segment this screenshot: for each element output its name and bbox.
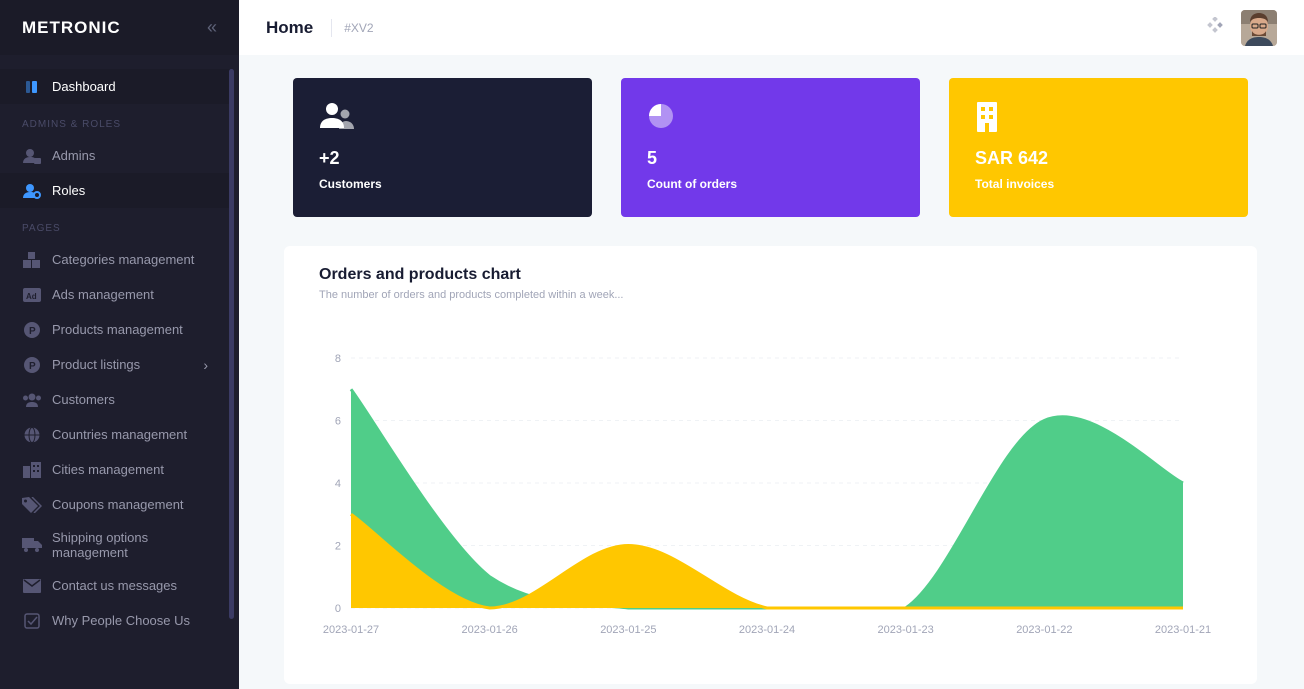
x-tick-label: 2023-01-22 (1016, 624, 1072, 636)
user-lock-icon (22, 146, 42, 166)
stat-label: Customers (319, 177, 382, 191)
stat-value: +2 (319, 148, 340, 168)
building-icon (975, 102, 1222, 134)
y-tick-label: 2 (335, 541, 341, 553)
tags-icon (22, 495, 42, 515)
brand-bar: METRONIC « (0, 0, 239, 55)
sidebar-item-label: Admins (52, 148, 96, 163)
sidebar-item-label: Contact us messages (52, 578, 178, 593)
x-tick-label: 2023-01-23 (878, 624, 934, 636)
sidebar-scrollbar[interactable] (229, 69, 234, 619)
header-actions (1207, 9, 1277, 46)
users-icon (319, 102, 566, 134)
sidebar-item-roles[interactable]: Roles (0, 173, 230, 208)
x-tick-label: 2023-01-21 (1155, 624, 1211, 636)
sidebar-item-ads[interactable]: Ad Ads management (0, 277, 230, 312)
sidebar-item-categories[interactable]: Categories management (0, 242, 230, 277)
series-area (351, 389, 1183, 608)
section-title-admins: ADMINS & ROLES (22, 119, 122, 130)
svg-text:P: P (29, 361, 36, 372)
mail-icon (22, 576, 42, 596)
collapse-sidebar-icon[interactable]: « (207, 17, 217, 38)
stat-card-customers[interactable]: +2 Customers (293, 78, 592, 217)
chart-card: Orders and products chart The number of … (284, 246, 1257, 684)
sidebar-item-coupons[interactable]: Coupons management (0, 487, 230, 522)
users-icon (22, 390, 42, 410)
x-tick-label: 2023-01-25 (600, 624, 656, 636)
y-tick-label: 6 (335, 416, 341, 428)
avatar[interactable] (1241, 9, 1277, 46)
check-square-icon (22, 611, 42, 631)
p-circle-icon: P (22, 320, 42, 340)
stat-label: Total invoices (975, 177, 1055, 191)
sidebar-item-product-listings[interactable]: P Product listings › (0, 347, 230, 382)
header: Home #XV2 (239, 0, 1304, 55)
sidebar-item-label: Countries management (52, 427, 188, 442)
sidebar-item-products[interactable]: P Products management (0, 312, 230, 347)
dashboard-icon (22, 77, 42, 97)
p-circle-icon: P (22, 355, 42, 375)
x-tick-label: 2023-01-27 (323, 624, 379, 636)
sidebar-item-admins[interactable]: Admins (0, 138, 230, 173)
brand-logo[interactable]: METRONIC (22, 18, 121, 38)
breadcrumb: #XV2 (344, 20, 374, 35)
sidebar-item-label: Roles (52, 183, 86, 198)
stat-card-orders[interactable]: 5 Count of orders (621, 78, 920, 217)
sidebar-item-customers[interactable]: Customers (0, 382, 230, 417)
page-title: Home (266, 17, 314, 37)
ad-icon: Ad (22, 285, 42, 305)
section-title-pages: PAGES (22, 223, 61, 234)
sidebar-item-why-choose[interactable]: Why People Choose Us (0, 603, 230, 638)
sidebar-item-cities[interactable]: Cities management (0, 452, 230, 487)
sidebar-item-label: Why People Choose Us (52, 613, 191, 628)
y-tick-label: 4 (335, 478, 341, 490)
boxes-icon (22, 250, 42, 270)
globe-icon (22, 425, 42, 445)
stat-card-invoices[interactable]: SAR 642 Total invoices (949, 78, 1248, 217)
apps-grid-icon[interactable] (1207, 16, 1223, 38)
sidebar-item-label: Ads management (52, 287, 154, 302)
sidebar-item-label: Categories management (52, 252, 195, 267)
user-cog-icon (22, 181, 42, 201)
y-tick-label: 0 (335, 603, 341, 615)
sidebar-item-label: Coupons management (52, 497, 184, 512)
sidebar-item-dashboard[interactable]: Dashboard (0, 69, 230, 104)
x-tick-label: 2023-01-24 (739, 624, 795, 636)
sidebar-item-countries[interactable]: Countries management (0, 417, 230, 452)
sidebar-item-label: Product listings (52, 357, 141, 372)
header-divider (331, 18, 333, 37)
stat-value: 5 (647, 148, 658, 168)
orders-products-chart[interactable]: 0 2 4 6 8 2023-01-27 2023-01-26 2023-01-25 2023-… (284, 246, 1257, 684)
sidebar-item-label: Shipping options management (52, 530, 149, 560)
sidebar-item-label: Products management (52, 322, 183, 337)
svg-text:Ad: Ad (26, 292, 37, 301)
pie-icon (647, 102, 894, 134)
city-icon (22, 460, 42, 480)
sidebar-menu: Dashboard ADMINS & ROLES Admins Roles PA… (0, 69, 230, 638)
sidebar-item-shipping[interactable]: Shipping options management (0, 522, 230, 568)
chevron-right-icon: › (203, 356, 208, 373)
stat-label: Count of orders (647, 177, 737, 191)
y-tick-label: 8 (335, 353, 341, 365)
sidebar-item-label: Customers (52, 392, 115, 407)
sidebar-item-contact[interactable]: Contact us messages (0, 568, 230, 603)
svg-text:P: P (29, 326, 36, 337)
sidebar-item-label: Dashboard (52, 79, 116, 94)
sidebar: METRONIC « Dashboard ADMINS & ROLES Admi… (0, 0, 239, 689)
x-tick-label: 2023-01-26 (462, 624, 518, 636)
stat-value: SAR 642 (975, 148, 1049, 168)
truck-icon (22, 535, 42, 555)
sidebar-item-label: Cities management (52, 462, 164, 477)
